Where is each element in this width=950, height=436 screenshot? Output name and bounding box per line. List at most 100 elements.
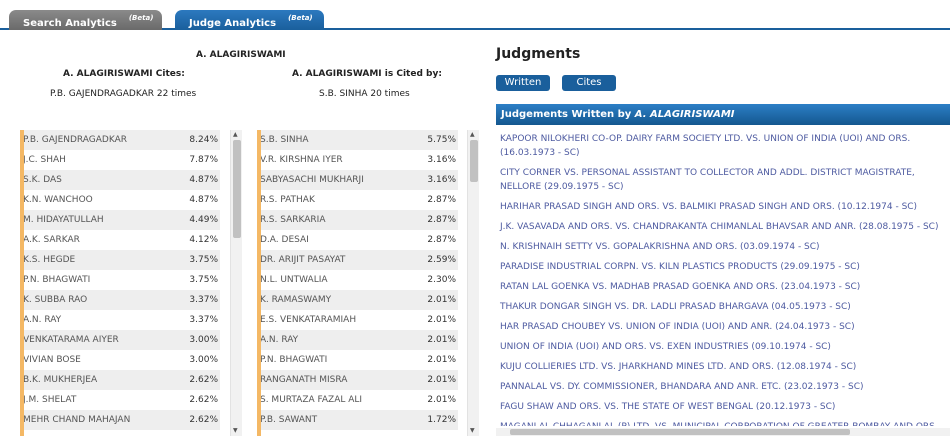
list-item[interactable]: P.N. BHAGWATI 3.75% xyxy=(20,270,220,290)
tab-judge-analytics[interactable]: Judge Analytics (Beta) xyxy=(175,10,324,30)
judgment-link[interactable]: HARIHAR PRASAD SINGH AND ORS. VS. BALMIK… xyxy=(500,200,946,214)
judge-name: D.A. DESAI xyxy=(260,235,309,245)
citation-percent: 2.62% xyxy=(189,395,218,405)
judge-name: A.N. RAY xyxy=(260,335,299,345)
list-item[interactable]: VENKATARAMA AIYER 3.00% xyxy=(20,330,220,350)
list-item[interactable]: MEHR CHAND MAHAJAN 2.62% xyxy=(20,410,220,430)
judgment-link[interactable]: CITY CORNER VS. PERSONAL ASSISTANT TO CO… xyxy=(500,166,946,194)
judge-name: A.K. SARKAR xyxy=(23,235,80,245)
cites-top-summary: P.B. GAJENDRAGADKAR 22 times xyxy=(50,89,197,99)
list-item[interactable]: DR. ARIJIT PASAYAT 2.59% xyxy=(257,250,458,270)
list-item[interactable]: RANGANATH MISRA 2.01% xyxy=(257,370,458,390)
list-item[interactable]: A.N. RAY 2.01% xyxy=(257,330,458,350)
citation-percent: 2.59% xyxy=(427,255,456,265)
scroll-up-icon[interactable]: ▲ xyxy=(233,131,238,138)
tab-search-analytics[interactable]: Search Analytics (Beta) xyxy=(9,10,162,30)
list-item[interactable]: V.R. KIRSHNA IYER 3.16% xyxy=(257,150,458,170)
cited-by-top-summary: S.B. SINHA 20 times xyxy=(319,89,410,99)
list-item[interactable]: K.N. WANCHOO 4.87% xyxy=(20,190,220,210)
panel-header-judge: A. ALAGIRISWAMI xyxy=(634,109,735,120)
citation-percent: 4.87% xyxy=(189,175,218,185)
judgment-link[interactable]: RATAN LAL GOENKA VS. MADHAB PRASAD GOENK… xyxy=(500,280,946,294)
citation-percent: 2.30% xyxy=(427,275,456,285)
scroll-down-icon[interactable]: ▼ xyxy=(233,427,238,434)
judgments-hscrollbar[interactable] xyxy=(496,428,950,436)
citation-percent: 7.87% xyxy=(189,155,218,165)
judge-name: K. RAMASWAMY xyxy=(260,295,332,305)
judgment-link[interactable]: KAPOOR NILOKHERI CO-OP. DAIRY FARM SOCIE… xyxy=(500,132,946,160)
list-item[interactable]: D.A. DESAI 2.87% xyxy=(257,230,458,250)
judgment-link[interactable]: PARADISE INDUSTRIAL CORPN. VS. KILN PLAS… xyxy=(500,260,946,274)
cites-scrollbar[interactable]: ▲ ▼ xyxy=(230,130,242,436)
citation-percent: 4.49% xyxy=(189,215,218,225)
list-item[interactable]: VIVIAN BOSE 3.00% xyxy=(20,350,220,370)
list-item[interactable]: S.K. DAS 4.87% xyxy=(20,170,220,190)
list-item[interactable]: P.B. GAJENDRAGADKAR 8.24% xyxy=(20,130,220,150)
cites-button[interactable]: Cites xyxy=(562,75,616,91)
judge-name: P.B. GAJENDRAGADKAR xyxy=(23,135,128,145)
citation-percent: 2.87% xyxy=(427,235,456,245)
cited-by-list: S.B. SINHA 5.75% V.R. KIRSHNA IYER 3.16% SAB… xyxy=(257,130,458,436)
list-item[interactable]: B.K. MUKHERJEA 2.62% xyxy=(20,370,220,390)
list-item[interactable]: SABYASACHI MUKHARJI 3.16% xyxy=(257,170,458,190)
judge-name: MEHR CHAND MAHAJAN xyxy=(23,415,131,425)
list-item[interactable]: K. SUBBA RAO 3.37% xyxy=(20,290,220,310)
citation-percent: 3.75% xyxy=(189,275,218,285)
cited-by-scroll-thumb[interactable] xyxy=(470,140,478,182)
judgment-link[interactable]: N. KRISHNAIH SETTY VS. GOPALAKRISHNA AND… xyxy=(500,240,946,254)
judgment-link[interactable]: PANNALAL VS. DY. COMMISSIONER, BHANDARA … xyxy=(500,380,946,394)
judge-name: J.M. SHELAT xyxy=(23,395,77,405)
citation-percent: 2.01% xyxy=(427,355,456,365)
judge-name: P.N. BHAGWATI xyxy=(23,275,91,285)
cited-by-heading: A. ALAGIRISWAMI is Cited by: xyxy=(292,69,442,79)
list-item[interactable]: N.L. UNTWALIA 2.30% xyxy=(257,270,458,290)
scroll-down-icon[interactable]: ▼ xyxy=(470,427,475,434)
citation-percent: 2.01% xyxy=(427,295,456,305)
citation-percent: 2.87% xyxy=(427,215,456,225)
citation-percent: 4.12% xyxy=(189,235,218,245)
list-item[interactable]: S. MURTAZA FAZAL ALI 2.01% xyxy=(257,390,458,410)
citation-percent: 4.87% xyxy=(189,195,218,205)
judgment-link[interactable]: HAR PRASAD CHOUBEY VS. UNION OF INDIA (U… xyxy=(500,320,946,334)
judge-name: K. SUBBA RAO xyxy=(23,295,88,305)
list-item[interactable]: K. RAMASWAMY 2.01% xyxy=(257,290,458,310)
list-item[interactable]: A.N. RAY 3.37% xyxy=(20,310,220,330)
list-item[interactable]: A.K. SARKAR 4.12% xyxy=(20,230,220,250)
list-item[interactable]: J.M. SHELAT 2.62% xyxy=(20,390,220,410)
judge-name: S.K. DAS xyxy=(23,175,62,185)
list-item[interactable]: P.N. BHAGWATI 2.01% xyxy=(257,350,458,370)
judgment-link[interactable]: FAGU SHAW AND ORS. VS. THE STATE OF WEST… xyxy=(500,400,946,414)
judgment-link[interactable]: KUJU COLLIERIES LTD. VS. JHARKHAND MINES… xyxy=(500,360,946,374)
written-button[interactable]: Written xyxy=(496,75,550,91)
judgment-link[interactable]: UNION OF INDIA (UOI) AND ORS. VS. EXEN I… xyxy=(500,340,946,354)
judgment-link[interactable]: J.K. VASAVADA AND ORS. VS. CHANDRAKANTA … xyxy=(500,220,946,234)
list-item[interactable]: R.S. PATHAK 2.87% xyxy=(257,190,458,210)
judgments-hscroll-thumb[interactable] xyxy=(510,429,850,435)
cites-scroll-thumb[interactable] xyxy=(233,140,241,238)
scroll-up-icon[interactable]: ▲ xyxy=(470,131,475,138)
list-item[interactable]: M. HIDAYATULLAH 4.49% xyxy=(20,210,220,230)
citation-percent: 3.00% xyxy=(189,335,218,345)
judgment-link[interactable]: MAGANLAL CHHAGANLAL (P) LTD. VS. MUNICIP… xyxy=(500,420,946,426)
citation-percent: 2.01% xyxy=(427,375,456,385)
judgment-link[interactable]: THAKUR DONGAR SINGH VS. DR. LADLI PRASAD… xyxy=(500,300,946,314)
list-item[interactable]: P.B. SAWANT 1.72% xyxy=(257,410,458,430)
tab-bar: Search Analytics (Beta) Judge Analytics (B… xyxy=(0,0,950,30)
list-item[interactable]: E.S. VENKATARAMIAH 2.01% xyxy=(257,310,458,330)
judge-name: R.S. PATHAK xyxy=(260,195,315,205)
judge-name: S. MURTAZA FAZAL ALI xyxy=(260,395,363,405)
tab-search-badge: (Beta) xyxy=(128,14,154,22)
judge-name: B.K. MUKHERJEA xyxy=(23,375,98,385)
tab-judge-badge: (Beta) xyxy=(288,14,313,22)
panel-header-prefix: Judgements Written by xyxy=(501,109,632,120)
list-item[interactable]: S.B. SINHA 5.75% xyxy=(257,130,458,150)
list-item[interactable]: J.C. SHAH 7.87% xyxy=(20,150,220,170)
citation-percent: 3.16% xyxy=(427,155,456,165)
list-item[interactable]: K.S. HEGDE 3.75% xyxy=(20,250,220,270)
list-item[interactable]: R.S. SARKARIA 2.87% xyxy=(257,210,458,230)
cited-by-scrollbar[interactable]: ▲ ▼ xyxy=(467,130,479,436)
judgments-panel-header: Judgements Written by A. ALAGIRISWAMI xyxy=(496,104,950,125)
citation-percent: 2.62% xyxy=(189,375,218,385)
judge-name: VIVIAN BOSE xyxy=(23,355,81,365)
citation-percent: 3.75% xyxy=(189,255,218,265)
